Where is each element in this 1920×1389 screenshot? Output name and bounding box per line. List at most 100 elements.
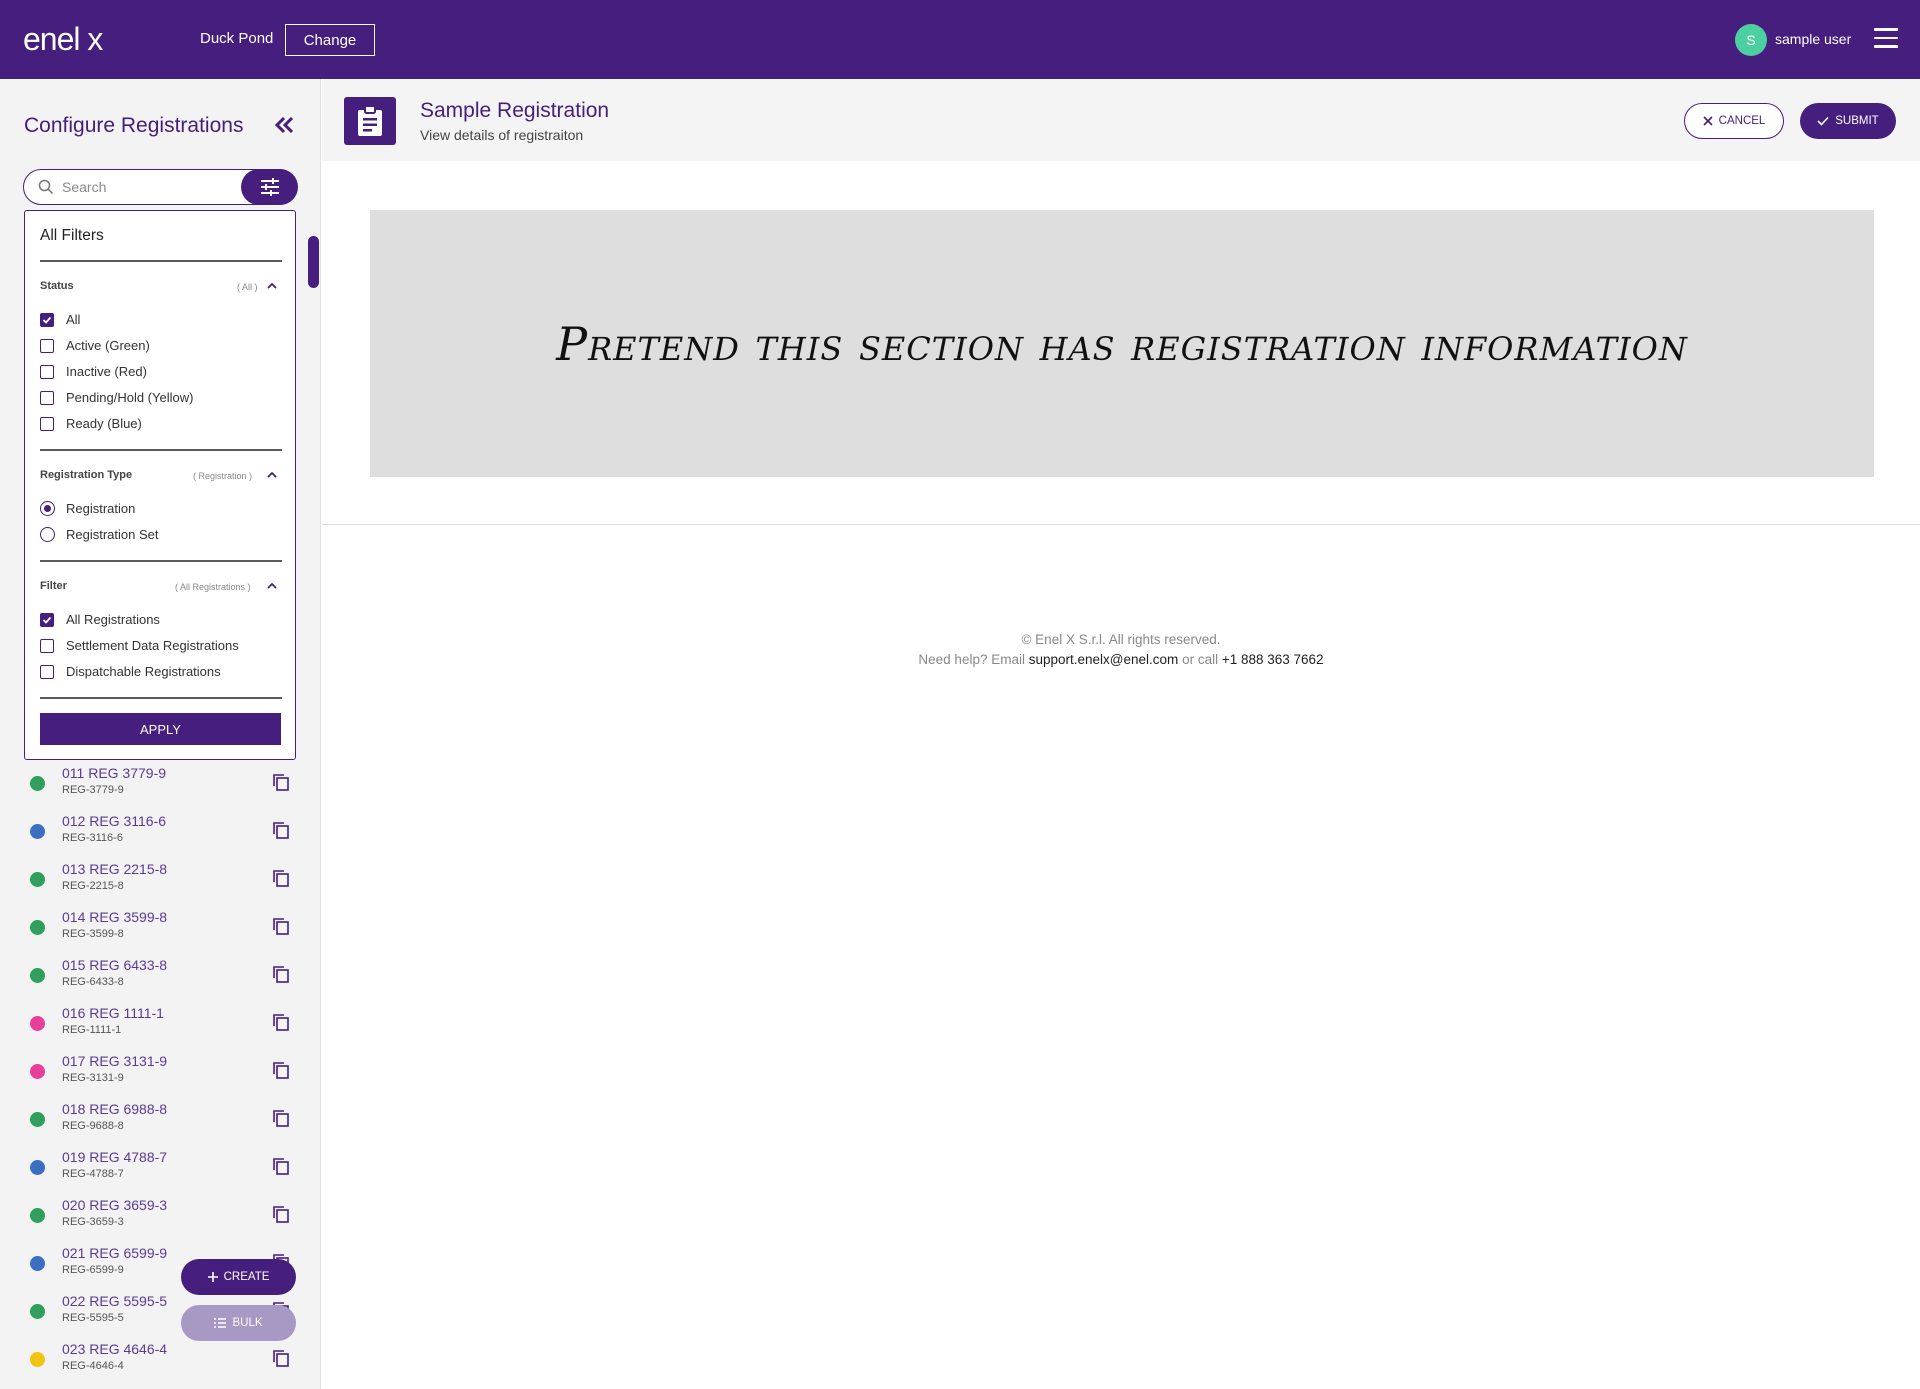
checkbox[interactable] — [40, 390, 54, 405]
search-box — [23, 168, 298, 205]
registration-type-option-set[interactable]: Registration Set — [40, 527, 159, 542]
registration-code: REG-4788-7 — [62, 1168, 124, 1180]
option-label: Ready (Blue) — [66, 416, 142, 431]
sidebar-scrollbar[interactable] — [308, 236, 319, 288]
copy-icon[interactable] — [272, 917, 290, 936]
filter-option-dispatchable[interactable]: Dispatchable Registrations — [40, 664, 221, 679]
bulk-button[interactable]: BULK — [181, 1305, 296, 1341]
chevron-up-icon[interactable] — [266, 580, 278, 592]
plus-icon — [207, 1272, 218, 1282]
option-label: Settlement Data Registrations — [66, 638, 239, 653]
option-label: Registration Set — [66, 527, 159, 542]
checkbox[interactable] — [40, 664, 54, 679]
copy-icon[interactable] — [272, 1013, 290, 1032]
status-section-summary: ( All ) — [237, 282, 258, 292]
avatar[interactable]: S — [1735, 24, 1767, 56]
checkbox[interactable] — [40, 638, 54, 653]
registration-name[interactable]: 016 REG 1111-1 — [62, 1005, 164, 1021]
registration-name[interactable]: 012 REG 3116-6 — [62, 813, 166, 829]
registration-code: REG-6433-8 — [62, 976, 124, 988]
clipboard-icon — [344, 97, 396, 145]
status-option-active[interactable]: Active (Green) — [40, 338, 150, 353]
support-phone-link[interactable]: +1 888 363 7662 — [1222, 652, 1324, 667]
checkbox[interactable] — [40, 312, 54, 327]
copy-icon[interactable] — [272, 773, 290, 792]
chevron-up-icon[interactable] — [266, 469, 278, 481]
list-item[interactable]: 014 REG 3599-8 REG-3599-8 — [0, 905, 308, 953]
option-label: All Registrations — [66, 612, 160, 627]
option-label: Dispatchable Registrations — [66, 664, 221, 679]
copy-icon[interactable] — [272, 1109, 290, 1128]
status-dot — [30, 1352, 45, 1367]
footer: © Enel X S.r.l. All rights reserved. Nee… — [322, 630, 1920, 670]
status-option-pending[interactable]: Pending/Hold (Yellow) — [40, 390, 193, 405]
filter-sliders-icon — [260, 177, 279, 196]
copy-icon[interactable] — [272, 1349, 290, 1368]
checkbox[interactable] — [40, 416, 54, 431]
list-item[interactable]: 016 REG 1111-1 REG-1111-1 — [0, 1001, 308, 1049]
list-item[interactable]: 012 REG 3116-6 REG-3116-6 — [0, 809, 308, 857]
apply-button[interactable]: APPLY — [40, 713, 281, 745]
checkbox[interactable] — [40, 612, 54, 627]
registration-name[interactable]: 020 REG 3659-3 — [62, 1197, 167, 1213]
registration-name[interactable]: 013 REG 2215-8 — [62, 861, 167, 877]
cancel-button[interactable]: CANCEL — [1684, 103, 1784, 139]
enel-x-logo[interactable]: enel x — [23, 22, 143, 58]
radio-button[interactable] — [40, 501, 55, 516]
chevron-up-icon[interactable] — [266, 280, 278, 292]
status-option-inactive[interactable]: Inactive (Red) — [40, 364, 147, 379]
help-prefix: Need help? Email — [918, 652, 1025, 667]
copy-icon[interactable] — [272, 1205, 290, 1224]
registration-name[interactable]: 022 REG 5595-5 — [62, 1293, 167, 1309]
user-name[interactable]: sample user — [1775, 31, 1851, 47]
list-item[interactable]: 015 REG 6433-8 REG-6433-8 — [0, 953, 308, 1001]
registration-name[interactable]: 015 REG 6433-8 — [62, 957, 167, 973]
copy-icon[interactable] — [272, 965, 290, 984]
status-dot — [30, 968, 45, 983]
list-item[interactable]: 013 REG 2215-8 REG-2215-8 — [0, 857, 308, 905]
registration-name[interactable]: 019 REG 4788-7 — [62, 1149, 167, 1165]
sidebar-title: Configure Registrations — [24, 114, 244, 137]
registration-name[interactable]: 014 REG 3599-8 — [62, 909, 167, 925]
support-email-link[interactable]: support.enelx@enel.com — [1029, 652, 1179, 667]
list-item[interactable]: 018 REG 6988-8 REG-9688-8 — [0, 1097, 308, 1145]
copy-icon[interactable] — [272, 869, 290, 888]
filter-option-settlement[interactable]: Settlement Data Registrations — [40, 638, 239, 653]
cancel-label: CANCEL — [1718, 115, 1766, 127]
registration-name[interactable]: 017 REG 3131-9 — [62, 1053, 167, 1069]
list-item[interactable]: 023 REG 4646-4 REG-4646-4 — [0, 1337, 308, 1385]
status-dot — [30, 776, 45, 791]
filter-option-all-registrations[interactable]: All Registrations — [40, 612, 160, 627]
registration-code: REG-2215-8 — [62, 880, 124, 892]
copy-icon[interactable] — [272, 1061, 290, 1080]
list-item[interactable]: 019 REG 4788-7 REG-4788-7 — [0, 1145, 308, 1193]
submit-button[interactable]: SUBMIT — [1800, 103, 1896, 139]
option-label: Active (Green) — [66, 338, 150, 353]
registration-name[interactable]: 021 REG 6599-9 — [62, 1245, 167, 1261]
checkbox[interactable] — [40, 338, 54, 353]
list-item[interactable]: 011 REG 3779-9 REG-3779-9 — [0, 761, 308, 809]
list-item[interactable]: 020 REG 3659-3 REG-3659-3 — [0, 1193, 308, 1241]
registration-name[interactable]: 018 REG 6988-8 — [62, 1101, 167, 1117]
registration-type-option-registration[interactable]: Registration — [40, 501, 135, 516]
copy-icon[interactable] — [272, 821, 290, 840]
copy-icon[interactable] — [272, 1157, 290, 1176]
radio-button[interactable] — [40, 527, 55, 542]
divider — [40, 560, 282, 562]
create-button[interactable]: CREATE — [181, 1259, 296, 1295]
status-option-ready[interactable]: Ready (Blue) — [40, 416, 142, 431]
list-item[interactable]: 017 REG 3131-9 REG-3131-9 — [0, 1049, 308, 1097]
collapse-double-chevron-icon[interactable] — [273, 114, 295, 136]
hamburger-menu-icon[interactable] — [1874, 28, 1898, 48]
search-input[interactable] — [62, 176, 252, 198]
filter-toggle-button[interactable] — [241, 168, 298, 205]
status-option-all[interactable]: All — [40, 312, 80, 327]
registration-code: REG-3131-9 — [62, 1072, 124, 1084]
change-site-button[interactable]: Change — [285, 24, 375, 56]
checkbox[interactable] — [40, 364, 54, 379]
registration-code: REG-1111-1 — [62, 1024, 122, 1036]
divider — [40, 449, 282, 451]
registration-name[interactable]: 011 REG 3779-9 — [62, 765, 166, 781]
registration-name[interactable]: 023 REG 4646-4 — [62, 1341, 167, 1357]
option-label: Inactive (Red) — [66, 364, 147, 379]
